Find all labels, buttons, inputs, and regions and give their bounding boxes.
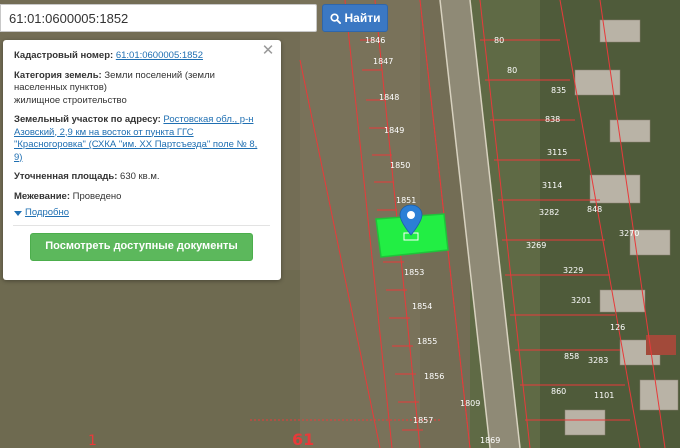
land-category-label: Категория земель:	[14, 69, 102, 81]
parcel-label: 1809	[460, 399, 480, 408]
parcel-label: 80	[494, 36, 504, 45]
parcel-label: 1869	[480, 436, 500, 445]
caret-down-icon	[14, 210, 22, 216]
cadastral-number-link[interactable]: 61:01:0600005:1852	[116, 50, 203, 61]
parcel-label: 1846	[365, 36, 385, 45]
parcel-label: 1850	[390, 161, 410, 170]
parcel-label: 3115	[547, 148, 567, 157]
address-line: Ростовская обл., р-н	[163, 114, 254, 125]
address-row: Земельный участок по адресу: Ростовская …	[14, 114, 269, 164]
close-icon[interactable]: ✕	[261, 43, 275, 58]
parcel-label: 3270	[619, 229, 639, 238]
divider	[13, 224, 270, 226]
details-toggle[interactable]: Подробно	[14, 207, 269, 220]
parcel-label: 3201	[571, 296, 591, 305]
quarter-label: 61	[292, 430, 314, 448]
area-row: Уточненная площадь: 630 кв.м.	[14, 171, 269, 184]
parcel-label: 1849	[384, 126, 404, 135]
search-icon	[329, 12, 341, 24]
parcel-label: 1847	[373, 57, 393, 66]
cadastral-number-row: Кадастровый номер: 61:01:0600005:1852	[14, 50, 269, 63]
parcel-label: 3269	[526, 241, 546, 250]
parcel-info-popup: ✕ Кадастровый номер: 61:01:0600005:1852 …	[3, 40, 281, 280]
parcel-label: 848	[587, 205, 602, 214]
area-label: Уточненная площадь:	[14, 171, 118, 182]
search-button-label: Найти	[344, 11, 381, 25]
parcel-label: 1854	[412, 302, 432, 311]
parcel-label: 1853	[404, 268, 424, 277]
parcel-label: 858	[564, 352, 579, 361]
parcel-label: 3282	[539, 208, 559, 217]
parcel-label: 1855	[417, 337, 437, 346]
address-line: Азовский, 2,9 км на восток от пункта ГГС	[14, 126, 194, 138]
address-line: "Красногоровка" (СХКА "им. XX Партсъезда…	[14, 139, 258, 150]
parcel-label: 1851	[396, 196, 416, 205]
survey-row: Межевание: Проведено	[14, 191, 269, 204]
parcel-label: 1857	[413, 416, 433, 425]
view-documents-button[interactable]: Посмотреть доступные документы	[30, 232, 253, 261]
parcel-label: 1848	[379, 93, 399, 102]
parcel-label: 835	[551, 86, 566, 95]
survey-label: Межевание:	[14, 190, 70, 202]
parcel-label: 3229	[563, 266, 583, 275]
parcel-label: 3114	[542, 181, 562, 190]
parcel-label: 126	[610, 323, 625, 332]
search-button[interactable]: Найти	[322, 4, 388, 32]
details-link[interactable]: Подробно	[25, 207, 69, 220]
parcel-label: 1856	[424, 372, 444, 381]
address-line: 9)	[14, 151, 23, 163]
land-category-row: Категория земель: Земли поселений (земли…	[14, 70, 269, 108]
search-input[interactable]	[0, 4, 317, 32]
land-category-value-2: населенных пунктов)	[14, 82, 107, 93]
survey-value: Проведено	[72, 190, 122, 202]
area-value: 630 кв.м.	[120, 171, 160, 182]
parcel-label: 838	[545, 115, 560, 124]
parcel-label: 80	[507, 66, 517, 75]
address-label: Земельный участок по адресу:	[14, 114, 161, 125]
cadastral-number-label: Кадастровый номер:	[14, 50, 114, 61]
parcel-label: 860	[551, 387, 566, 396]
parcel-label: 1101	[594, 391, 614, 400]
land-category-value: Земли поселений (земли	[104, 69, 215, 81]
land-use-value: жилищное строительство	[14, 94, 127, 106]
parcel-label: 3283	[588, 356, 608, 365]
quarter-label: 1	[88, 433, 97, 448]
